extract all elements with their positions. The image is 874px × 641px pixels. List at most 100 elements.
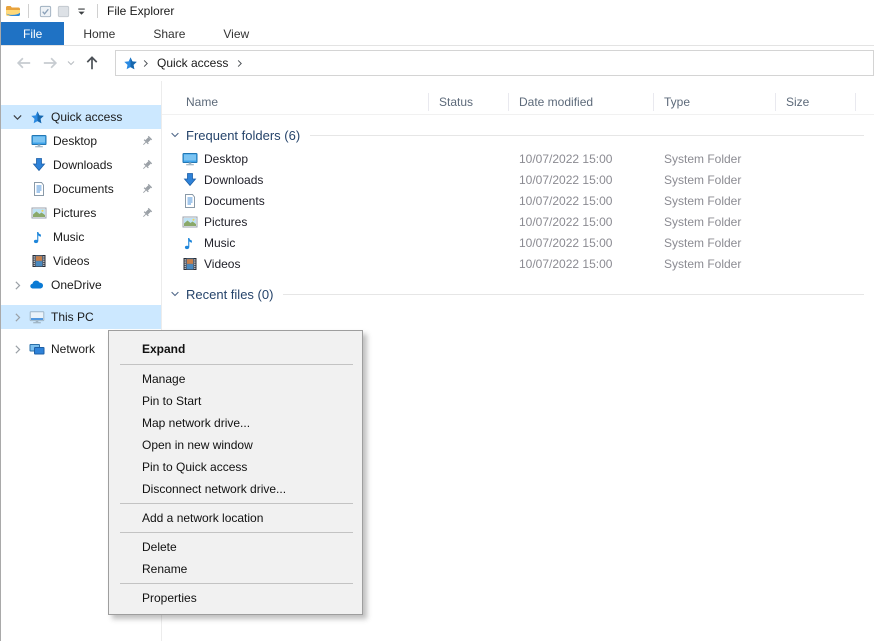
file-status-cell <box>429 211 509 232</box>
downloads-icon <box>182 172 198 188</box>
tab-share[interactable]: Share <box>134 22 204 45</box>
sidebar-item-label: Videos <box>53 254 161 268</box>
file-size-cell <box>776 253 856 274</box>
menu-item-delete[interactable]: Delete <box>109 536 362 558</box>
group-chevron-icon <box>168 288 182 300</box>
file-name-label: Documents <box>204 194 265 208</box>
sidebar-item-label: Downloads <box>53 158 139 172</box>
file-size-cell <box>776 190 856 211</box>
tab-file[interactable]: File <box>1 22 64 45</box>
menu-item-pin-to-start[interactable]: Pin to Start <box>109 390 362 412</box>
chevron-right-icon <box>9 343 25 356</box>
group-header-recent-files-0[interactable]: Recent files (0) <box>162 284 874 304</box>
menu-item-manage[interactable]: Manage <box>109 368 362 390</box>
titlebar-separator <box>28 4 29 18</box>
column-header-status[interactable]: Status <box>429 93 509 111</box>
sidebar-item-label: Quick access <box>51 110 161 124</box>
menu-item-disconnect-network-drive[interactable]: Disconnect network drive... <box>109 478 362 500</box>
sidebar-item-desktop[interactable]: Desktop <box>1 129 161 153</box>
file-name-label: Downloads <box>204 173 263 187</box>
tab-view[interactable]: View <box>204 22 268 45</box>
address-bar[interactable]: Quick access <box>115 50 874 76</box>
documents-icon <box>182 193 198 209</box>
back-icon[interactable] <box>11 50 37 76</box>
file-type-cell: System Folder <box>654 148 776 169</box>
menu-item-add-a-network-location[interactable]: Add a network location <box>109 507 362 529</box>
file-explorer-window: File Explorer FileHomeShareView Quick ac… <box>0 0 874 641</box>
sidebar-item-videos[interactable]: Videos <box>1 249 161 273</box>
breadcrumb-item[interactable]: Quick access <box>153 56 232 70</box>
sidebar-item-quick-access[interactable]: Quick access <box>1 105 161 129</box>
file-row-downloads[interactable]: Downloads10/07/2022 15:00System Folder <box>162 169 874 190</box>
pictures-icon <box>31 205 47 221</box>
column-headers: NameStatusDate modifiedTypeSize <box>162 89 874 115</box>
breadcrumb-chevron-icon[interactable] <box>234 58 245 69</box>
file-date-modified-cell: 10/07/2022 15:00 <box>509 211 654 232</box>
file-size-cell <box>776 232 856 253</box>
pictures-icon <box>182 214 198 230</box>
sidebar-item-label: Music <box>53 230 161 244</box>
titlebar: File Explorer <box>1 0 874 22</box>
up-icon[interactable] <box>79 50 105 76</box>
tab-home[interactable]: Home <box>64 22 134 45</box>
sidebar-item-documents[interactable]: Documents <box>1 177 161 201</box>
file-row-desktop[interactable]: Desktop 10/07/2022 15:00System Folder <box>162 148 874 169</box>
file-size-cell <box>776 211 856 232</box>
blank-square-icon[interactable] <box>54 2 72 20</box>
column-header-type[interactable]: Type <box>654 93 776 111</box>
checkbox-icon[interactable] <box>36 2 54 20</box>
sidebar-item-label: Pictures <box>53 206 139 220</box>
breadcrumb-chevron-icon[interactable] <box>140 58 151 69</box>
file-name-label: Pictures <box>204 215 247 229</box>
sidebar-item-label: Documents <box>53 182 139 196</box>
file-name-cell: Documents <box>162 190 429 211</box>
file-name-cell: Videos <box>162 253 429 274</box>
pin-icon <box>139 158 155 172</box>
titlebar-separator <box>97 4 98 18</box>
file-row-music[interactable]: Music10/07/2022 15:00System Folder <box>162 232 874 253</box>
group-header-frequent-folders-6[interactable]: Frequent folders (6) <box>162 125 874 145</box>
sidebar-item-downloads[interactable]: Downloads <box>1 153 161 177</box>
pin-icon <box>139 206 155 220</box>
menu-item-open-in-new-window[interactable]: Open in new window <box>109 434 362 456</box>
column-header-name[interactable]: Name <box>162 93 429 111</box>
explorer-logo-icon[interactable] <box>5 3 21 19</box>
toolbar-dropdown-icon[interactable] <box>72 2 90 20</box>
network-icon <box>29 341 45 357</box>
sidebar-item-onedrive[interactable]: OneDrive <box>1 273 161 297</box>
group-header-rule <box>310 135 864 136</box>
file-date-modified-cell: 10/07/2022 15:00 <box>509 148 654 169</box>
file-status-cell <box>429 253 509 274</box>
file-status-cell <box>429 190 509 211</box>
menu-item-rename[interactable]: Rename <box>109 558 362 580</box>
file-type-cell: System Folder <box>654 232 776 253</box>
file-row-videos[interactable]: Videos10/07/2022 15:00System Folder <box>162 253 874 274</box>
ribbon-tabs: FileHomeShareView <box>1 22 874 46</box>
column-header-size[interactable]: Size <box>776 93 856 111</box>
pin-icon <box>139 182 155 196</box>
menu-item-expand[interactable]: Expand <box>109 336 362 361</box>
file-date-modified-cell: 10/07/2022 15:00 <box>509 232 654 253</box>
file-name-cell: Downloads <box>162 169 429 190</box>
menu-item-pin-to-quick-access[interactable]: Pin to Quick access <box>109 456 362 478</box>
recent-locations-dropdown-icon[interactable] <box>63 50 79 76</box>
menu-item-map-network-drive[interactable]: Map network drive... <box>109 412 362 434</box>
forward-icon[interactable] <box>37 50 63 76</box>
sidebar-item-this-pc[interactable]: This PC <box>1 305 161 329</box>
menu-item-properties[interactable]: Properties <box>109 587 362 609</box>
group-header-label: Recent files (0) <box>186 287 273 302</box>
group-chevron-icon <box>168 129 182 141</box>
file-row-documents[interactable]: Documents10/07/2022 15:00System Folder <box>162 190 874 211</box>
music-icon <box>31 229 47 245</box>
file-name-label: Desktop <box>204 152 248 166</box>
quick-access-icon <box>29 110 45 125</box>
file-name-cell: Pictures <box>162 211 429 232</box>
music-icon <box>182 235 198 251</box>
onedrive-icon <box>29 277 45 293</box>
sidebar-item-pictures[interactable]: Pictures <box>1 201 161 225</box>
column-header-date-modified[interactable]: Date modified <box>509 93 654 111</box>
group-header-rule <box>283 294 864 295</box>
window-title: File Explorer <box>107 4 174 18</box>
file-row-pictures[interactable]: Pictures10/07/2022 15:00System Folder <box>162 211 874 232</box>
sidebar-item-music[interactable]: Music <box>1 225 161 249</box>
